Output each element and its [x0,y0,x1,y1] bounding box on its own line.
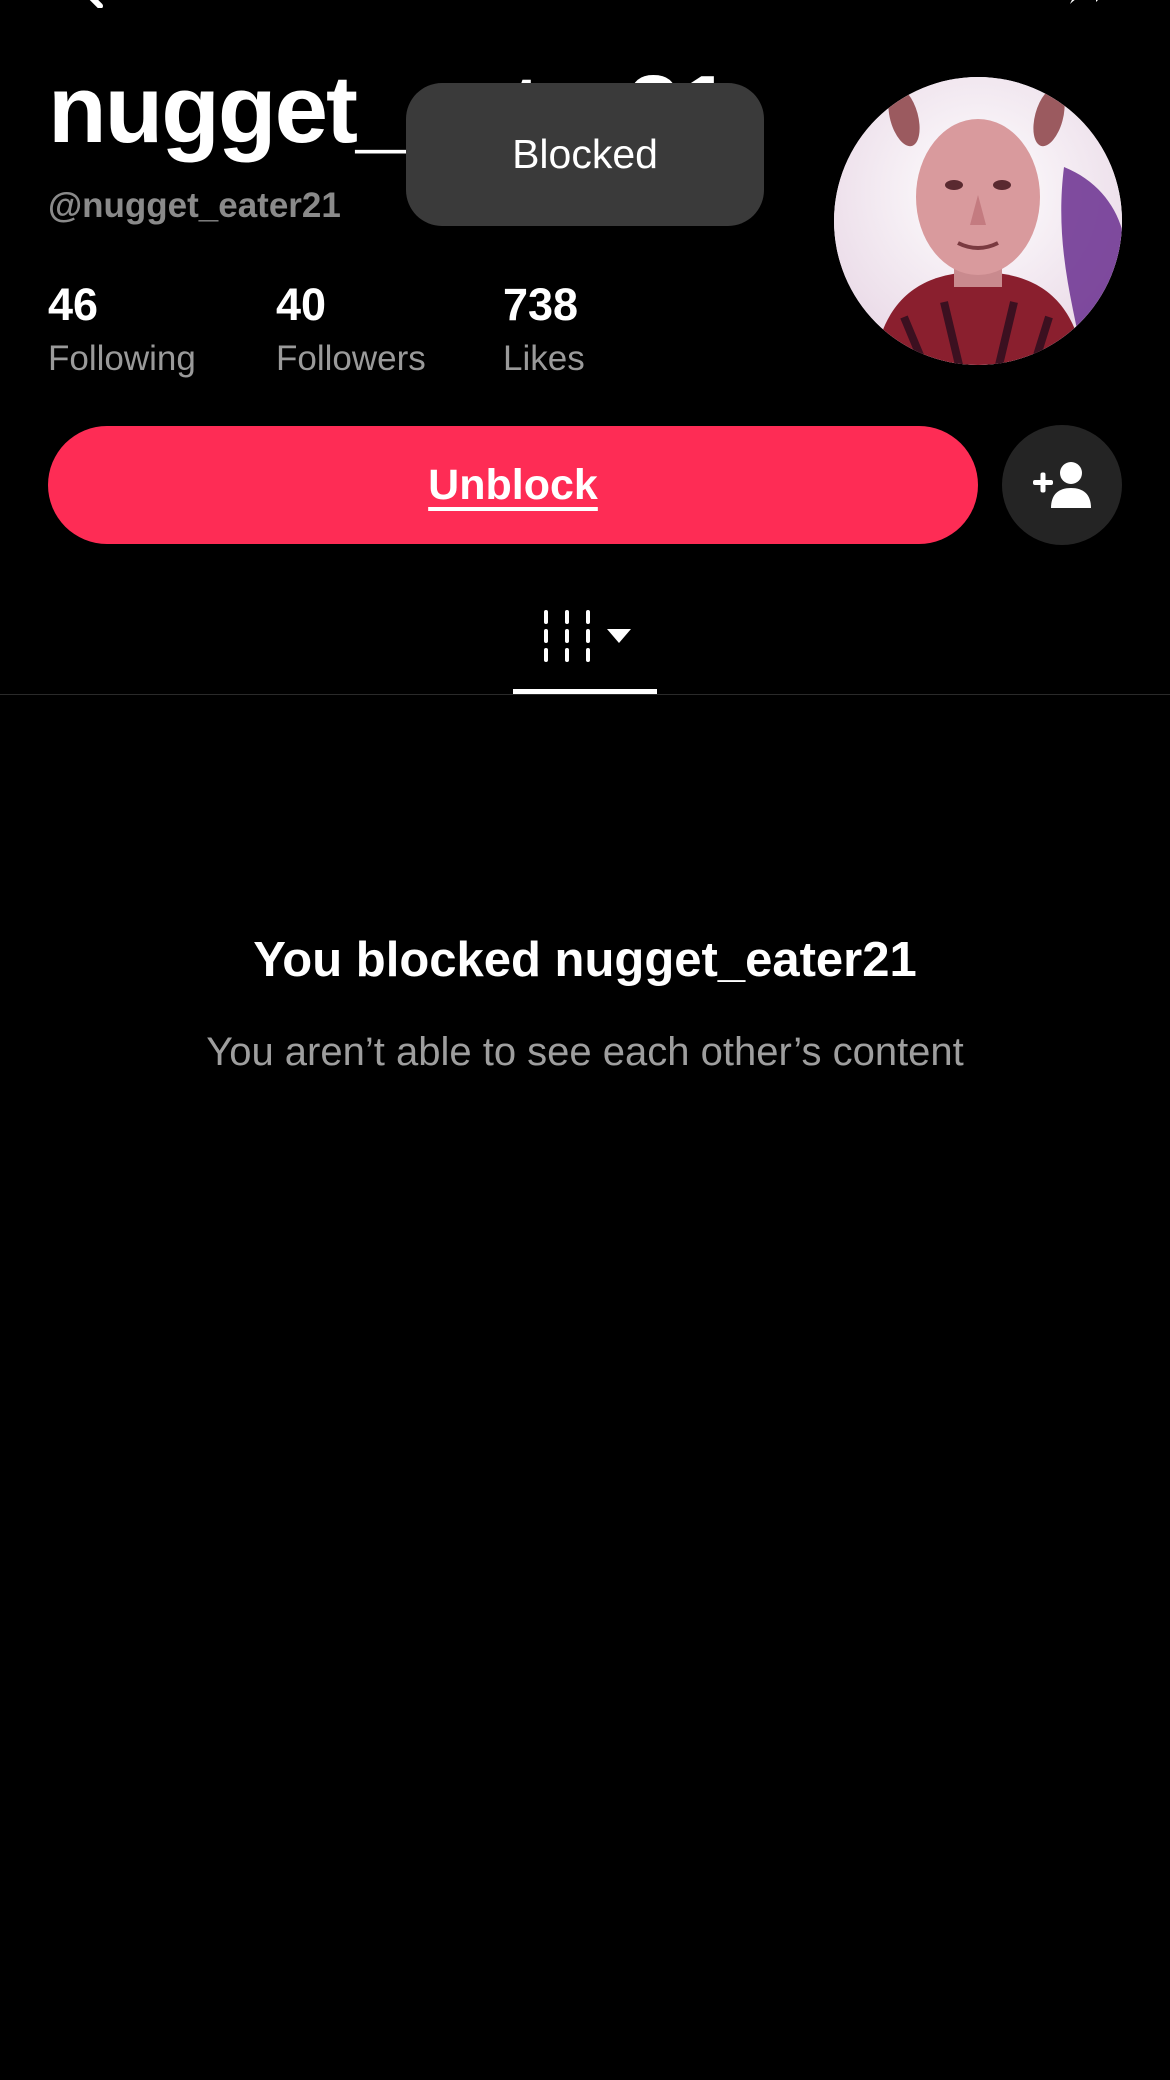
blocked-subtitle: You aren’t able to see each other’s cont… [206,1030,964,1074]
videos-grid-icon [544,610,590,662]
unblock-button[interactable]: Unblock [48,426,978,544]
add-person-icon [1033,462,1091,508]
profile-username: @nugget_eater21 [48,186,341,225]
likes-label: Likes [503,339,585,378]
tab-divider [0,694,1170,695]
caret-down-icon [607,629,631,643]
followers-label: Followers [276,339,426,378]
blocked-toast: Blocked [406,83,764,226]
add-friend-button[interactable] [1002,425,1122,545]
tab-videos[interactable] [513,598,657,694]
blocked-title: You blocked nugget_eater21 [253,933,917,987]
back-chevron-icon[interactable] [72,0,116,8]
stat-followers[interactable]: 40 Followers [276,282,426,376]
avatar-image [834,77,1122,365]
toast-label: Blocked [512,131,658,177]
likes-count: 738 [503,279,579,330]
stat-following[interactable]: 46 Following [48,282,196,376]
avatar[interactable] [834,77,1122,365]
following-label: Following [48,339,196,378]
following-count: 46 [48,279,99,330]
followers-count: 40 [276,279,327,330]
stat-likes[interactable]: 738 Likes [503,282,585,376]
share-arrow-icon[interactable] [1066,0,1110,8]
